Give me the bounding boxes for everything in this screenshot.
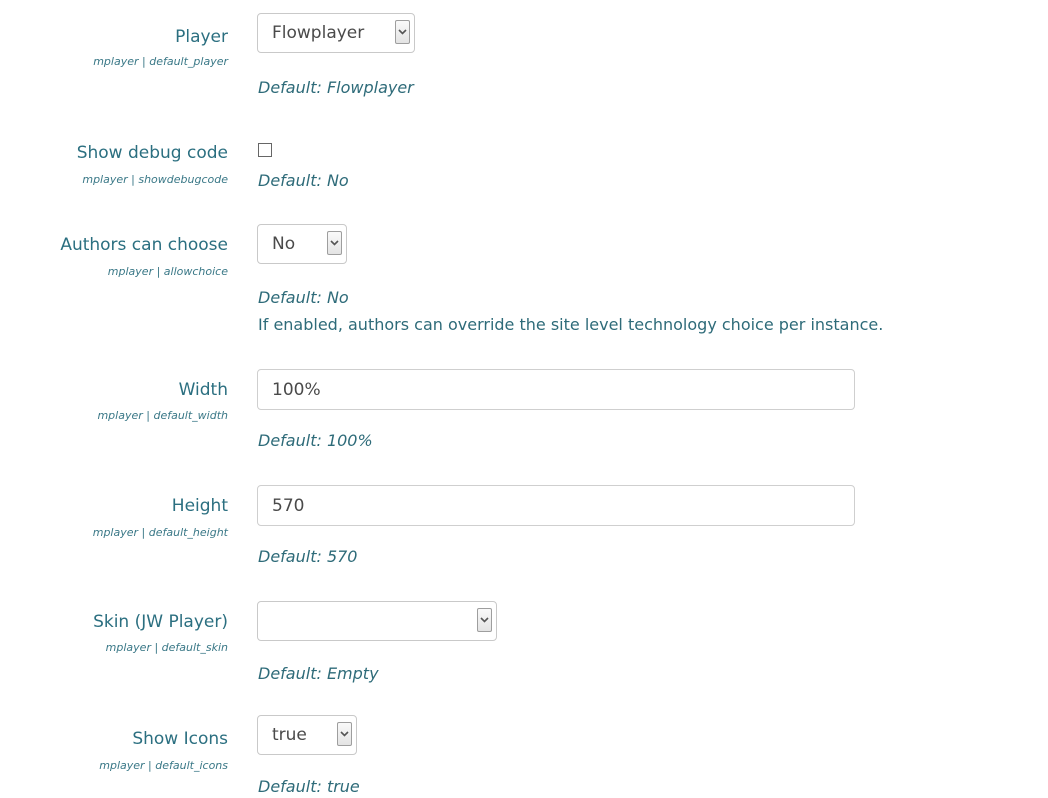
setting-key: mplayer | default_icons [99, 759, 228, 772]
default-note: Default: Empty [258, 664, 379, 683]
chevron-down-icon[interactable] [337, 722, 352, 746]
chevron-down-icon[interactable] [477, 608, 492, 632]
setting-key: mplayer | default_skin [105, 641, 228, 654]
setting-description: If enabled, authors can override the sit… [258, 315, 884, 334]
setting-label: Authors can choose [60, 235, 228, 255]
chevron-down-icon[interactable] [395, 20, 410, 44]
default-note: Default: true [258, 777, 360, 796]
setting-key: mplayer | allowchoice [107, 265, 228, 278]
width-input[interactable]: 100% [257, 369, 855, 410]
select-value: true [272, 725, 307, 745]
setting-key: mplayer | default_width [97, 409, 228, 422]
default-note: Default: Flowplayer [258, 78, 414, 97]
show-debug-code-checkbox[interactable] [258, 143, 272, 157]
setting-label: Show Icons [132, 729, 228, 749]
setting-label: Player [175, 27, 228, 47]
select-value: Flowplayer [272, 23, 365, 43]
player-select[interactable]: Flowplayer [257, 13, 415, 53]
setting-label: Show debug code [76, 143, 228, 163]
chevron-down-icon[interactable] [327, 231, 342, 255]
height-input[interactable]: 570 [257, 485, 855, 526]
default-note: Default: 100% [258, 431, 373, 450]
setting-label: Skin (JW Player) [93, 612, 228, 632]
skin-select[interactable] [257, 601, 497, 641]
setting-label: Height [171, 496, 228, 516]
setting-key: mplayer | default_height [92, 526, 228, 539]
authors-can-choose-select[interactable]: No [257, 224, 347, 264]
input-value: 570 [272, 496, 305, 516]
show-icons-select[interactable]: true [257, 715, 357, 755]
default-note: Default: No [258, 288, 349, 307]
default-note: Default: No [258, 171, 349, 190]
setting-key: mplayer | showdebugcode [82, 173, 228, 186]
default-note: Default: 570 [258, 547, 358, 566]
setting-label: Width [178, 380, 228, 400]
input-value: 100% [272, 380, 321, 400]
setting-key: mplayer | default_player [93, 55, 228, 68]
select-value: No [272, 234, 296, 254]
